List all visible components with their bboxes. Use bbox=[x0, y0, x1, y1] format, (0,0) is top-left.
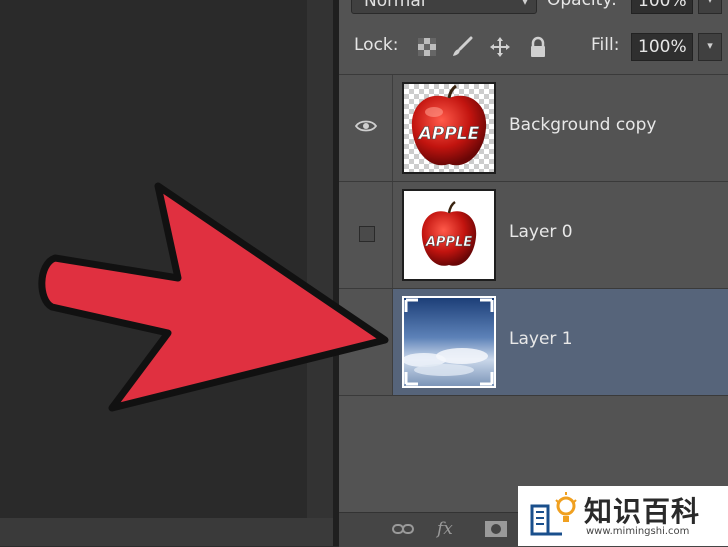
fx-icon[interactable]: fx bbox=[437, 519, 461, 539]
chevron-down-icon: ▾ bbox=[521, 0, 528, 8]
watermark-url: www.mimingshi.com bbox=[586, 526, 690, 537]
apple-white-thumbnail: APPLE bbox=[404, 191, 494, 279]
visibility-toggle[interactable] bbox=[339, 182, 393, 288]
layer-row-background-copy[interactable]: APPLE Background copy bbox=[339, 75, 728, 182]
lock-all-icon[interactable] bbox=[527, 36, 549, 58]
opacity-label: Opacity: bbox=[547, 0, 617, 10]
layer-row-layer-0[interactable]: APPLE Layer 0 bbox=[339, 182, 728, 289]
mask-icon[interactable] bbox=[484, 519, 508, 539]
visibility-toggle[interactable] bbox=[339, 75, 393, 181]
visibility-toggle[interactable] bbox=[339, 289, 393, 395]
canvas-status-bar bbox=[0, 518, 333, 546]
book-bulb-icon bbox=[530, 492, 577, 536]
link-icon[interactable] bbox=[391, 519, 415, 539]
lock-position-move-icon[interactable] bbox=[489, 36, 511, 58]
watermark-logo: 知识百科 www.mimingshi.com bbox=[518, 486, 728, 546]
lock-image-pixels-brush-icon[interactable] bbox=[451, 36, 473, 58]
sky-clouds-thumbnail bbox=[404, 298, 494, 386]
document-canvas-area[interactable] bbox=[0, 0, 333, 546]
apple-transparent-thumbnail: APPLE bbox=[404, 84, 494, 172]
layer-thumbnail: APPLE bbox=[402, 189, 496, 281]
layer-name[interactable]: Layer 0 bbox=[509, 222, 573, 242]
canvas-scroll-strip bbox=[307, 0, 333, 518]
watermark-title: 知识百科 bbox=[584, 495, 701, 528]
opacity-dropdown-button[interactable]: ▾ bbox=[698, 0, 722, 14]
blend-mode-select[interactable]: Normal ▾ bbox=[351, 0, 537, 14]
blend-mode-value: Normal bbox=[364, 0, 426, 11]
visibility-empty-box bbox=[359, 226, 375, 242]
layer-thumbnail bbox=[402, 296, 496, 388]
opacity-input[interactable]: 100% bbox=[631, 0, 693, 14]
layer-thumbnail: APPLE bbox=[402, 82, 496, 174]
lock-transparent-pixels-icon[interactable] bbox=[416, 36, 438, 58]
layers-panel-options: Normal ▾ Opacity: 100% ▾ Lock: Fill: 100… bbox=[339, 0, 728, 75]
layers-panel: Normal ▾ Opacity: 100% ▾ Lock: Fill: 100… bbox=[333, 0, 728, 547]
layer-name[interactable]: Layer 1 bbox=[509, 329, 573, 349]
thumbnail-text: APPLE bbox=[425, 235, 472, 250]
thumbnail-text: APPLE bbox=[417, 124, 480, 144]
eye-icon bbox=[355, 120, 377, 132]
fill-dropdown-button[interactable]: ▾ bbox=[698, 33, 722, 61]
layer-row-layer-1[interactable]: Layer 1 bbox=[339, 289, 728, 396]
lock-label: Lock: bbox=[354, 35, 399, 55]
layer-name[interactable]: Background copy bbox=[509, 115, 656, 135]
fill-input[interactable]: 100% bbox=[631, 33, 693, 61]
fill-label: Fill: bbox=[591, 35, 620, 55]
